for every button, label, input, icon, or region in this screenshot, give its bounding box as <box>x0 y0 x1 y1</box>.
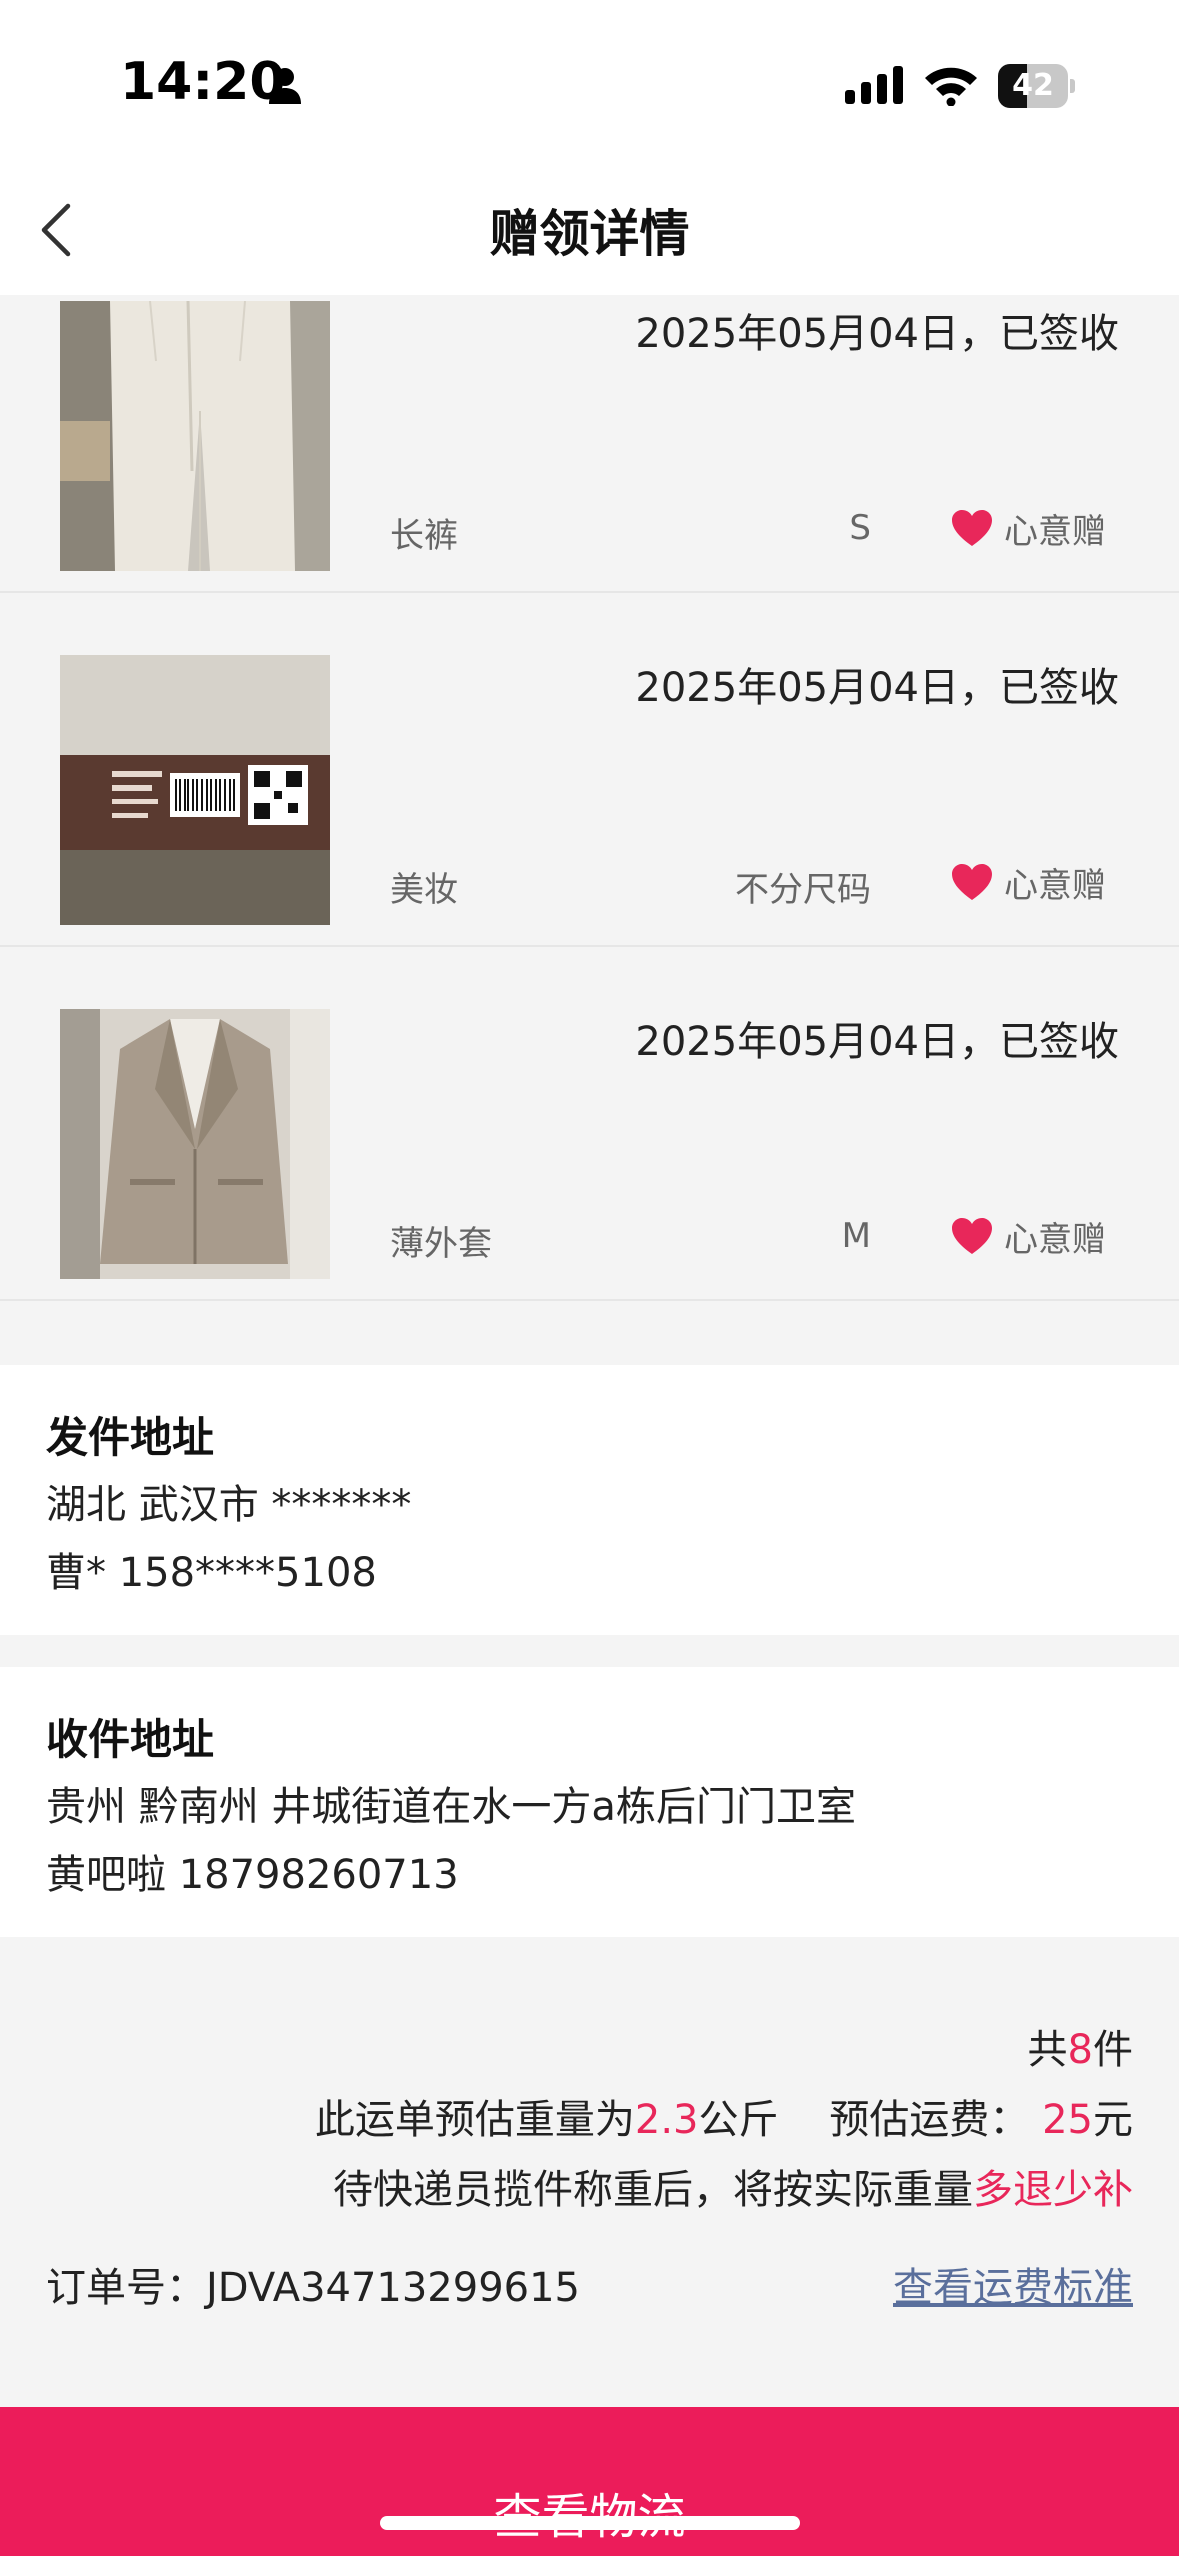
page-title: 赠领详情 <box>489 205 690 263</box>
receiver-region: 贵州 黔南州 井城街道在水一方a栋后门门卫室 <box>46 1784 856 1830</box>
fee-value: 25 <box>1042 2097 1093 2143</box>
wifi-icon <box>925 67 977 106</box>
gift-tag-label: 心意赠 <box>1004 511 1106 552</box>
view-logistics-button[interactable]: 查看物流 <box>0 2407 1179 2556</box>
item-count-value: 8 <box>1067 2027 1093 2073</box>
weight-prefix: 此运单预估重量为 <box>314 2097 635 2143</box>
nav-bar: 赠领详情 <box>0 170 1179 295</box>
item-size: S <box>849 508 871 548</box>
weight-unit: 公斤 <box>698 2097 779 2143</box>
item-thumbnail-trousers[interactable] <box>60 301 330 571</box>
status-bar: 14:20 42 <box>0 0 1179 170</box>
item-date: 2025年05月04日，已签收 <box>635 1019 1119 1065</box>
item-date: 2025年05月04日，已签收 <box>635 311 1119 357</box>
item-size: 不分尺码 <box>735 870 871 910</box>
sender-address-title: 发件地址 <box>46 1413 215 1462</box>
sender-address: 发件地址 湖北 武汉市 ******* 曹* 158****5108 <box>0 1365 1179 1635</box>
gift-tag: 心意赠 <box>950 860 1106 906</box>
item-count-suffix: 件 <box>1093 2027 1133 2073</box>
battery-body: 42 <box>998 64 1068 108</box>
home-indicator <box>380 2516 800 2530</box>
receiver-address-title: 收件地址 <box>46 1715 215 1764</box>
gift-tag: 心意赠 <box>950 1214 1106 1260</box>
item-thumbnail-cosmetics[interactable] <box>60 655 330 925</box>
status-time: 14:20 <box>120 52 286 112</box>
order-number: 订单号：JDVA34713299615 <box>46 2255 580 2313</box>
heart-icon <box>952 510 992 546</box>
battery-level: 42 <box>1012 68 1054 103</box>
item-name: 美妆 <box>390 870 458 910</box>
weight-fee-line: 此运单预估重量为2.3公斤 预估运费： 25元 <box>315 2087 1133 2145</box>
fee-prefix: 预估运费： <box>829 2097 1030 2143</box>
item-count-prefix: 共 <box>1027 2027 1068 2073</box>
person-icon <box>269 68 301 104</box>
item-thumbnail-blazer[interactable] <box>60 1009 330 1279</box>
weight-notice: 待快递员揽件称重后，将按实际重量多退少补 <box>333 2157 1133 2215</box>
item-size: M <box>841 1216 871 1256</box>
list-item[interactable]: 2025年05月04日，已签收 长裤 S 心意赠 <box>0 295 1179 593</box>
item-date: 2025年05月04日，已签收 <box>635 665 1119 711</box>
order-summary: 共8件 此运单预估重量为2.3公斤 预估运费： 25元 待快递员揽件称重后，将按… <box>0 1937 1179 2407</box>
weight-value: 2.3 <box>634 2097 699 2143</box>
fee-unit: 元 <box>1093 2097 1133 2143</box>
sender-contact: 曹* 158****5108 <box>46 1550 377 1596</box>
heart-icon <box>952 1218 992 1254</box>
list-item[interactable]: 2025年05月04日，已签收 薄外套 M 心意赠 <box>0 949 1179 1301</box>
battery-icon: 42 <box>998 64 1075 108</box>
items-list: 2025年05月04日，已签收 长裤 S 心意赠 2025年05月04日，已签收… <box>0 295 1179 1365</box>
order-number-label: 订单号： <box>46 2265 206 2311</box>
receiver-contact: 黄吧啦 18798260713 <box>46 1852 459 1898</box>
gift-tag-label: 心意赠 <box>1004 865 1106 906</box>
notice-highlight: 多退少补 <box>973 2167 1133 2213</box>
signal-icon <box>845 66 903 104</box>
receiver-address: 收件地址 贵州 黔南州 井城街道在水一方a栋后门门卫室 黄吧啦 18798260… <box>0 1667 1179 1937</box>
notice-text: 待快递员揽件称重后，将按实际重量 <box>333 2167 973 2213</box>
fee-standard-link[interactable]: 查看运费标准 <box>893 2255 1133 2313</box>
heart-icon <box>952 864 992 900</box>
order-number-value: JDVA34713299615 <box>206 2265 581 2311</box>
battery-tip <box>1070 79 1075 93</box>
gift-tag-label: 心意赠 <box>1004 1219 1106 1260</box>
gift-tag: 心意赠 <box>950 506 1106 552</box>
item-name: 薄外套 <box>390 1224 492 1264</box>
list-item[interactable]: 2025年05月04日，已签收 美妆 不分尺码 心意赠 <box>0 595 1179 947</box>
item-name: 长裤 <box>390 516 458 556</box>
item-count: 共8件 <box>1028 2017 1133 2075</box>
sender-region: 湖北 武汉市 ******* <box>46 1482 412 1528</box>
